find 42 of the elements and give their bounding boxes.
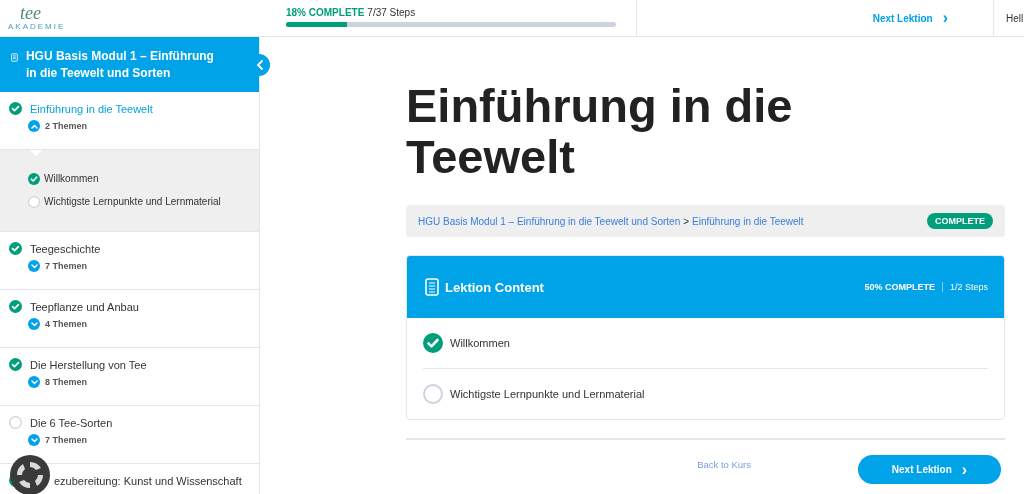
chevron-down-icon xyxy=(30,263,38,269)
topic-link[interactable]: Wichtigste Lernpunkte und Lernmaterial xyxy=(44,196,221,207)
breadcrumb-link[interactable]: Einführung in die Teewelt xyxy=(692,215,804,227)
floating-widget-icon xyxy=(9,454,51,494)
logo: tee AKADEMIE xyxy=(7,2,67,33)
topic-count: 7 Themen xyxy=(45,435,87,445)
topic-link[interactable]: Willkommen xyxy=(44,173,99,184)
expand-toggle[interactable] xyxy=(28,260,40,272)
page-title: Einführung in die Teewelt xyxy=(406,80,794,182)
progress-percent: 18% COMPLETE xyxy=(286,7,365,18)
lesson-link[interactable]: ezubereitung: Kunst und Wissenschaft xyxy=(54,474,242,487)
lesson-link[interactable]: Die 6 Tee-Sorten xyxy=(30,416,113,429)
lesson-percent: 50% COMPLETE xyxy=(864,282,943,292)
topic-count: 4 Themen xyxy=(45,319,87,329)
chevron-left-icon xyxy=(256,60,264,70)
chevron-down-icon xyxy=(30,437,38,443)
status-badge: COMPLETE xyxy=(927,213,993,229)
chevron-down-icon xyxy=(30,379,38,385)
panel-notch xyxy=(30,150,42,156)
expand-toggle[interactable] xyxy=(28,120,40,132)
chevron-up-icon xyxy=(30,123,38,129)
lesson-link[interactable]: Teegeschichte xyxy=(30,242,101,255)
card-title: Lektion Content xyxy=(445,279,544,295)
topic-count: 8 Themen xyxy=(45,377,87,387)
expand-toggle[interactable] xyxy=(28,434,40,446)
breadcrumb-separator: > xyxy=(683,215,690,227)
expand-toggle[interactable] xyxy=(28,376,40,388)
course-title: HGU Basis Modul 1 – Einführung in die Teewelt und Sorten xyxy=(25,47,215,82)
chevron-down-icon xyxy=(30,321,38,327)
document-icon xyxy=(425,278,439,296)
lesson-steps: 1/2 Steps xyxy=(949,282,988,292)
progress-steps: 7/37 Steps xyxy=(367,7,416,18)
lesson-link[interactable]: Die Herstellung von Tee xyxy=(30,358,147,371)
expand-toggle[interactable] xyxy=(28,318,40,330)
topic-count: 7 Themen xyxy=(45,261,87,271)
document-icon xyxy=(11,50,18,65)
breadcrumb-link[interactable]: HGU Basis Modul 1 – Einführung in die Teewelt und Sorten xyxy=(418,215,681,227)
lesson-link[interactable]: Teepflanze und Anbau xyxy=(30,300,139,313)
topic-link[interactable]: Willkommen xyxy=(450,337,510,349)
topic-link[interactable]: Wichtigste Lernpunkte und Lernmaterial xyxy=(450,388,645,400)
topic-count: 2 Themen xyxy=(45,121,87,131)
user-greeting: Hell xyxy=(1006,12,1024,24)
